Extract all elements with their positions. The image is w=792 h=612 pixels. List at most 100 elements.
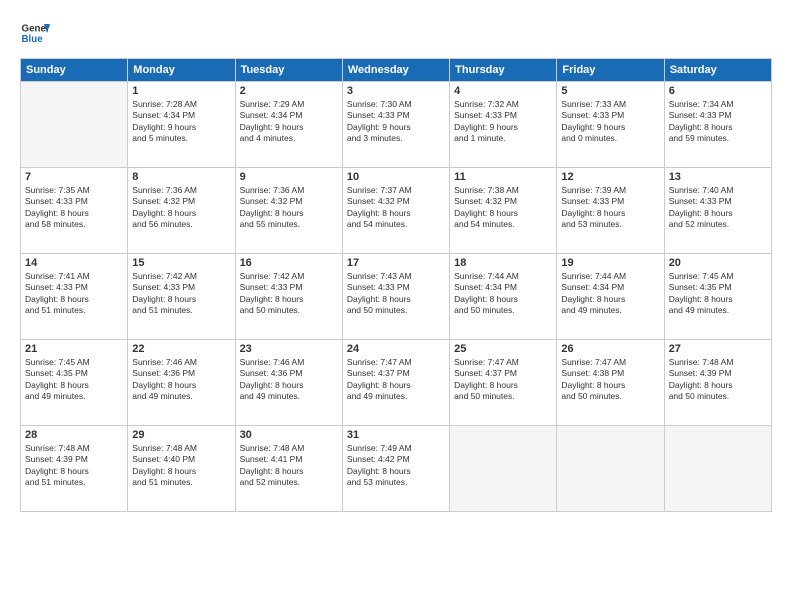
day-number: 20	[669, 257, 767, 269]
day-number: 23	[240, 343, 338, 355]
day-info: Sunrise: 7:29 AM Sunset: 4:34 PM Dayligh…	[240, 99, 338, 145]
day-info: Sunrise: 7:39 AM Sunset: 4:33 PM Dayligh…	[561, 185, 659, 231]
calendar-cell: 6Sunrise: 7:34 AM Sunset: 4:33 PM Daylig…	[664, 82, 771, 168]
calendar-cell: 15 Sunrise: 7:42 AM Sunset: 4:33 PM Dayli…	[128, 254, 235, 340]
calendar-cell: 1 Sunrise: 7:28 AM Sunset: 4:34 PM Daylig…	[128, 82, 235, 168]
day-info: Sunrise: 7:47 AM Sunset: 4:38 PM Dayligh…	[561, 357, 659, 403]
svg-text:Blue: Blue	[22, 34, 44, 45]
calendar-cell: 5 Sunrise: 7:33 AM Sunset: 4:33 PM Daylig…	[557, 82, 664, 168]
day-number: 19	[561, 257, 659, 269]
day-info: Sunrise: 7:37 AM Sunset: 4:32 PM Dayligh…	[347, 185, 445, 231]
day-info: Sunrise: 7:46 AM Sunset: 4:36 PM Dayligh…	[132, 357, 230, 403]
calendar-cell: 27 Sunrise: 7:48 AM Sunset: 4:39 PM Dayli…	[664, 340, 771, 426]
header: General Blue	[20, 18, 772, 48]
day-info: Sunrise: 7:36 AM Sunset: 4:32 PM Dayligh…	[240, 185, 338, 231]
weekday-header-saturday: Saturday	[664, 59, 771, 82]
page: General Blue SundayMondayTuesdayWednesda…	[0, 0, 792, 612]
day-number: 5	[561, 85, 659, 97]
day-info: Sunrise: 7:42 AM Sunset: 4:33 PM Dayligh…	[240, 271, 338, 317]
calendar-cell: 18 Sunrise: 7:44 AM Sunset: 4:34 PM Dayli…	[450, 254, 557, 340]
calendar-cell: 11 Sunrise: 7:38 AM Sunset: 4:32 PM Dayli…	[450, 168, 557, 254]
calendar-cell	[450, 426, 557, 512]
calendar-cell: 8Sunrise: 7:36 AM Sunset: 4:32 PM Daylig…	[128, 168, 235, 254]
logo-icon: General Blue	[20, 18, 50, 48]
logo: General Blue	[20, 18, 50, 48]
day-info: Sunrise: 7:28 AM Sunset: 4:34 PM Dayligh…	[132, 99, 230, 145]
weekday-header-monday: Monday	[128, 59, 235, 82]
calendar-cell: 16 Sunrise: 7:42 AM Sunset: 4:33 PM Dayli…	[235, 254, 342, 340]
day-number: 26	[561, 343, 659, 355]
day-number: 2	[240, 85, 338, 97]
day-info: Sunrise: 7:47 AM Sunset: 4:37 PM Dayligh…	[347, 357, 445, 403]
day-number: 15	[132, 257, 230, 269]
calendar-cell: 26 Sunrise: 7:47 AM Sunset: 4:38 PM Dayli…	[557, 340, 664, 426]
calendar-cell: 13 Sunrise: 7:40 AM Sunset: 4:33 PM Dayli…	[664, 168, 771, 254]
calendar-week-2: 7 Sunrise: 7:35 AM Sunset: 4:33 PM Daylig…	[21, 168, 772, 254]
calendar-cell: 3 Sunrise: 7:30 AM Sunset: 4:33 PM Daylig…	[342, 82, 449, 168]
calendar-cell: 30 Sunrise: 7:48 AM Sunset: 4:41 PM Dayli…	[235, 426, 342, 512]
day-info: Sunrise: 7:49 AM Sunset: 4:42 PM Dayligh…	[347, 443, 445, 489]
day-number: 14	[25, 257, 123, 269]
calendar-week-3: 14Sunrise: 7:41 AM Sunset: 4:33 PM Dayli…	[21, 254, 772, 340]
day-info: Sunrise: 7:32 AM Sunset: 4:33 PM Dayligh…	[454, 99, 552, 145]
calendar-cell: 29Sunrise: 7:48 AM Sunset: 4:40 PM Dayli…	[128, 426, 235, 512]
calendar-cell: 22 Sunrise: 7:46 AM Sunset: 4:36 PM Dayli…	[128, 340, 235, 426]
calendar-cell: 28Sunrise: 7:48 AM Sunset: 4:39 PM Dayli…	[21, 426, 128, 512]
weekday-header-thursday: Thursday	[450, 59, 557, 82]
day-info: Sunrise: 7:45 AM Sunset: 4:35 PM Dayligh…	[669, 271, 767, 317]
day-number: 3	[347, 85, 445, 97]
day-number: 11	[454, 171, 552, 183]
day-number: 17	[347, 257, 445, 269]
day-info: Sunrise: 7:42 AM Sunset: 4:33 PM Dayligh…	[132, 271, 230, 317]
day-info: Sunrise: 7:38 AM Sunset: 4:32 PM Dayligh…	[454, 185, 552, 231]
weekday-header-sunday: Sunday	[21, 59, 128, 82]
day-info: Sunrise: 7:48 AM Sunset: 4:39 PM Dayligh…	[25, 443, 123, 489]
weekday-header-friday: Friday	[557, 59, 664, 82]
day-info: Sunrise: 7:35 AM Sunset: 4:33 PM Dayligh…	[25, 185, 123, 231]
day-number: 1	[132, 85, 230, 97]
weekday-header-tuesday: Tuesday	[235, 59, 342, 82]
day-info: Sunrise: 7:44 AM Sunset: 4:34 PM Dayligh…	[561, 271, 659, 317]
day-info: Sunrise: 7:48 AM Sunset: 4:41 PM Dayligh…	[240, 443, 338, 489]
day-info: Sunrise: 7:33 AM Sunset: 4:33 PM Dayligh…	[561, 99, 659, 145]
day-info: Sunrise: 7:45 AM Sunset: 4:35 PM Dayligh…	[25, 357, 123, 403]
day-info: Sunrise: 7:48 AM Sunset: 4:39 PM Dayligh…	[669, 357, 767, 403]
day-number: 30	[240, 429, 338, 441]
calendar-cell: 24 Sunrise: 7:47 AM Sunset: 4:37 PM Dayli…	[342, 340, 449, 426]
day-number: 4	[454, 85, 552, 97]
calendar-cell: 12 Sunrise: 7:39 AM Sunset: 4:33 PM Dayli…	[557, 168, 664, 254]
day-number: 16	[240, 257, 338, 269]
calendar-cell	[557, 426, 664, 512]
day-number: 29	[132, 429, 230, 441]
calendar-cell: 19 Sunrise: 7:44 AM Sunset: 4:34 PM Dayli…	[557, 254, 664, 340]
day-info: Sunrise: 7:47 AM Sunset: 4:37 PM Dayligh…	[454, 357, 552, 403]
day-number: 31	[347, 429, 445, 441]
calendar-week-1: 1 Sunrise: 7:28 AM Sunset: 4:34 PM Daylig…	[21, 82, 772, 168]
day-number: 12	[561, 171, 659, 183]
day-info: Sunrise: 7:30 AM Sunset: 4:33 PM Dayligh…	[347, 99, 445, 145]
day-number: 10	[347, 171, 445, 183]
day-number: 25	[454, 343, 552, 355]
day-number: 22	[132, 343, 230, 355]
day-info: Sunrise: 7:43 AM Sunset: 4:33 PM Dayligh…	[347, 271, 445, 317]
calendar-cell: 4 Sunrise: 7:32 AM Sunset: 4:33 PM Daylig…	[450, 82, 557, 168]
weekday-header-row: SundayMondayTuesdayWednesdayThursdayFrid…	[21, 59, 772, 82]
day-number: 8	[132, 171, 230, 183]
calendar-cell: 31 Sunrise: 7:49 AM Sunset: 4:42 PM Dayli…	[342, 426, 449, 512]
day-number: 27	[669, 343, 767, 355]
calendar-cell: 2 Sunrise: 7:29 AM Sunset: 4:34 PM Daylig…	[235, 82, 342, 168]
day-number: 7	[25, 171, 123, 183]
day-info: Sunrise: 7:40 AM Sunset: 4:33 PM Dayligh…	[669, 185, 767, 231]
day-number: 9	[240, 171, 338, 183]
calendar-cell: 10 Sunrise: 7:37 AM Sunset: 4:32 PM Dayli…	[342, 168, 449, 254]
weekday-header-wednesday: Wednesday	[342, 59, 449, 82]
day-number: 13	[669, 171, 767, 183]
day-info: Sunrise: 7:34 AM Sunset: 4:33 PM Dayligh…	[669, 99, 767, 145]
calendar-cell: 17 Sunrise: 7:43 AM Sunset: 4:33 PM Dayli…	[342, 254, 449, 340]
calendar-cell: 9 Sunrise: 7:36 AM Sunset: 4:32 PM Daylig…	[235, 168, 342, 254]
day-number: 24	[347, 343, 445, 355]
day-info: Sunrise: 7:44 AM Sunset: 4:34 PM Dayligh…	[454, 271, 552, 317]
day-info: Sunrise: 7:46 AM Sunset: 4:36 PM Dayligh…	[240, 357, 338, 403]
calendar-week-4: 21Sunrise: 7:45 AM Sunset: 4:35 PM Dayli…	[21, 340, 772, 426]
day-number: 18	[454, 257, 552, 269]
